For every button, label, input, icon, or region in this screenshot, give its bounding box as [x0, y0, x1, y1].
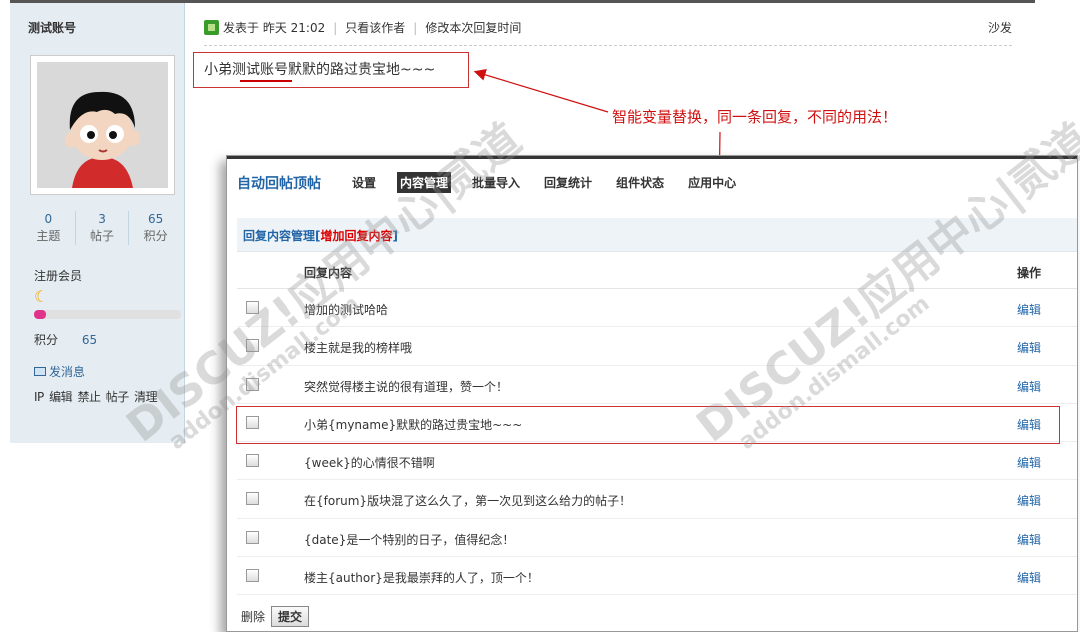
row-text: 楼主{author}是我最崇拜的人了，顶一个！: [304, 571, 539, 586]
delete-label[interactable]: 删除: [241, 608, 265, 625]
edit-link[interactable]: 编辑: [1017, 378, 1041, 395]
edit-link[interactable]: 编辑: [1017, 339, 1041, 356]
table-header: 回复内容 操作: [237, 252, 1077, 289]
table-footer: 删除 提交: [241, 606, 310, 627]
admin-top-bar: [227, 156, 1077, 159]
row-checkbox[interactable]: [246, 415, 259, 429]
edit-link[interactable]: 编辑: [1017, 416, 1041, 433]
table-row: 在{forum}版块混了这么久了，第一次见到这么给力的帖子！ 编辑: [237, 480, 1077, 519]
tab-appcenter[interactable]: 应用中心: [685, 172, 739, 193]
row-text: {date}是一个特别的日子，值得纪念！: [304, 532, 515, 547]
admin-nav: 自动回帖顶帖 设置 内容管理 批量导入 回复统计 组件状态 应用中心: [237, 172, 757, 193]
row-checkbox[interactable]: [246, 530, 259, 544]
section-title: 回复内容管理: [243, 229, 316, 243]
plugin-title[interactable]: 自动回帖顶帖: [237, 173, 321, 193]
edit-link[interactable]: 编辑: [1017, 492, 1041, 509]
row-text: 突然觉得楼主说的很有道理，赞一个！: [304, 379, 509, 394]
forum-page: 测试账号 0 主题 3 帖子 65 积分 注册会员 ☾ 积分 65 发消息 IP…: [0, 0, 1080, 632]
tab-status[interactable]: 组件状态: [613, 172, 667, 193]
admin-panel: 自动回帖顶帖 设置 内容管理 批量导入 回复统计 组件状态 应用中心 回复内容管…: [226, 155, 1078, 632]
arrow-to-post: [473, 69, 609, 113]
row-text: {week}的心情很不错啊: [304, 456, 435, 471]
section-header: 回复内容管理[增加回复内容]: [237, 218, 1077, 252]
table-row: {week}的心情很不错啊 编辑: [237, 442, 1077, 481]
tab-content[interactable]: 内容管理: [397, 172, 452, 193]
col-content: 回复内容: [304, 266, 353, 280]
table-row: {date}是一个特别的日子，值得纪念！ 编辑: [237, 519, 1077, 558]
edit-link[interactable]: 编辑: [1017, 531, 1041, 548]
tab-import[interactable]: 批量导入: [469, 172, 523, 193]
row-checkbox[interactable]: [246, 454, 259, 468]
row-text: 在{forum}版块混了这么久了，第一次见到这么给力的帖子！: [304, 494, 632, 509]
col-action: 操作: [1017, 266, 1042, 280]
add-content-link[interactable]: 增加回复内容: [321, 229, 393, 243]
tab-stats[interactable]: 回复统计: [541, 172, 595, 193]
row-text: 小弟{myname}默默的路过贵宝地~~~: [304, 417, 523, 432]
row-checkbox[interactable]: [246, 569, 259, 583]
table-row: 突然觉得楼主说的很有道理，赞一个！ 编辑: [237, 366, 1077, 404]
edit-link[interactable]: 编辑: [1017, 454, 1041, 471]
bracket-close: ]: [392, 229, 398, 243]
table-row: 小弟{myname}默默的路过贵宝地~~~ 编辑: [236, 404, 1077, 445]
row-checkbox[interactable]: [246, 339, 259, 353]
submit-button[interactable]: 提交: [271, 606, 310, 627]
edit-link[interactable]: 编辑: [1017, 569, 1041, 586]
row-checkbox[interactable]: [246, 492, 259, 506]
row-checkbox[interactable]: [246, 301, 259, 314]
table-row: 楼主就是我的榜样哦 编辑: [237, 327, 1077, 366]
edit-link[interactable]: 编辑: [1017, 301, 1041, 318]
tab-settings[interactable]: 设置: [349, 172, 379, 193]
reply-table: 回复内容 操作 增加的测试哈哈 编辑 楼主就是我的榜样哦 编辑 突然觉得楼主说的…: [236, 252, 1077, 596]
table-row: 楼主{author}是我最崇拜的人了，顶一个！ 编辑: [237, 557, 1077, 596]
